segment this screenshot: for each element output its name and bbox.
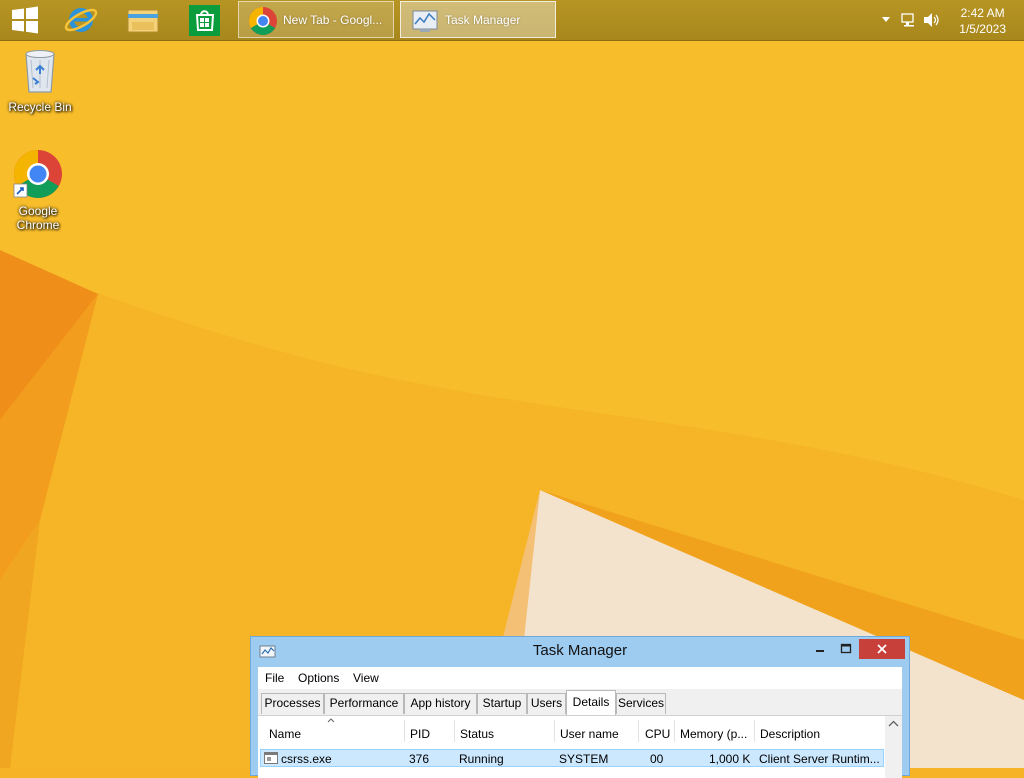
chrome-icon: [13, 150, 62, 199]
details-table: Name PID Status User name CPU Memory (p.…: [258, 715, 902, 778]
tab-app-history[interactable]: App history: [404, 693, 477, 714]
tab-users[interactable]: Users: [527, 693, 566, 714]
internet-explorer-button[interactable]: [50, 0, 112, 40]
tab-processes[interactable]: Processes: [261, 693, 324, 714]
taskbar-item-label: Task Manager: [445, 13, 521, 27]
maximize-button[interactable]: [833, 639, 859, 659]
column-divider[interactable]: [754, 720, 755, 742]
menu-bar: File Options View: [258, 667, 902, 689]
maximize-icon: [840, 643, 852, 654]
show-hidden-icons-icon[interactable]: [880, 14, 892, 24]
folder-icon: [127, 9, 159, 33]
tab-performance[interactable]: Performance: [324, 693, 404, 714]
menu-options[interactable]: Options: [298, 671, 339, 685]
task-manager-icon: [412, 10, 438, 32]
cell-memory: 1,000 K: [709, 752, 751, 766]
desktop-icon-google-chrome[interactable]: Google Chrome: [0, 148, 76, 232]
cell-status: Running: [459, 752, 504, 766]
desktop-icon-recycle-bin[interactable]: Recycle Bin: [2, 46, 78, 114]
system-tray: 2:42 AM 1/5/2023: [864, 0, 1024, 40]
chrome-icon: [249, 7, 277, 35]
store-icon: [189, 5, 220, 36]
column-header-user-name[interactable]: User name: [560, 727, 619, 741]
clock-time: 2:42 AM: [960, 6, 1005, 20]
desktop-icon-label: Google Chrome: [16, 204, 60, 232]
cell-pid: 376: [409, 752, 430, 766]
cell-user-name: SYSTEM: [559, 752, 609, 766]
taskbar: New Tab - Googl... Task Manager 2:42 AM …: [0, 0, 1024, 41]
menu-file[interactable]: File: [265, 671, 284, 685]
clock[interactable]: 2:42 AM 1/5/2023: [959, 5, 1006, 37]
close-button[interactable]: [859, 639, 905, 659]
tab-details[interactable]: Details: [566, 690, 616, 715]
internet-explorer-icon: [64, 8, 98, 32]
column-header-description[interactable]: Description: [760, 727, 820, 741]
tab-strip: Processes Performance App history Startu…: [258, 689, 902, 715]
volume-icon[interactable]: [922, 11, 940, 29]
column-header-pid[interactable]: PID: [410, 727, 430, 741]
column-divider[interactable]: [404, 720, 405, 742]
column-header-status[interactable]: Status: [460, 727, 494, 741]
cell-name: csrss.exe: [281, 752, 332, 766]
close-icon: [877, 644, 887, 654]
cell-description: Client Server Runtim...: [759, 752, 880, 766]
sort-ascending-icon: [327, 718, 335, 723]
scroll-up-icon[interactable]: [885, 716, 902, 732]
column-header-memory[interactable]: Memory (p...: [680, 727, 747, 741]
desktop-icon-label: Recycle Bin: [8, 100, 72, 114]
menu-view[interactable]: View: [353, 671, 379, 685]
taskbar-item-label: New Tab - Googl...: [283, 13, 383, 27]
file-explorer-button[interactable]: [112, 0, 174, 40]
minimize-button[interactable]: [807, 639, 833, 659]
task-manager-window: Task Manager File Options View Processes…: [250, 636, 910, 778]
tab-services[interactable]: Services: [616, 693, 666, 714]
recycle-bin-icon: [25, 50, 55, 93]
tab-startup[interactable]: Startup: [477, 693, 527, 714]
column-header-cpu[interactable]: CPU: [645, 727, 670, 741]
vertical-scrollbar[interactable]: [885, 716, 902, 778]
taskbar-item-chrome[interactable]: New Tab - Googl...: [238, 1, 394, 38]
column-divider[interactable]: [638, 720, 639, 742]
column-divider[interactable]: [454, 720, 455, 742]
network-icon[interactable]: [900, 11, 918, 29]
start-button[interactable]: [0, 0, 50, 40]
minimize-icon: [816, 650, 824, 652]
clock-date: 1/5/2023: [959, 22, 1006, 36]
task-manager-client: File Options View Processes Performance …: [258, 667, 902, 778]
windows-logo-icon: [12, 6, 38, 34]
table-row[interactable]: csrss.exe 376 Running SYSTEM 00 1,000 K …: [260, 749, 884, 767]
store-button[interactable]: [174, 0, 236, 40]
column-header-name[interactable]: Name: [269, 727, 301, 741]
column-divider[interactable]: [554, 720, 555, 742]
cell-cpu: 00: [650, 752, 664, 766]
process-icon: [264, 752, 278, 764]
column-divider[interactable]: [674, 720, 675, 742]
taskbar-item-task-manager[interactable]: Task Manager: [400, 1, 556, 38]
